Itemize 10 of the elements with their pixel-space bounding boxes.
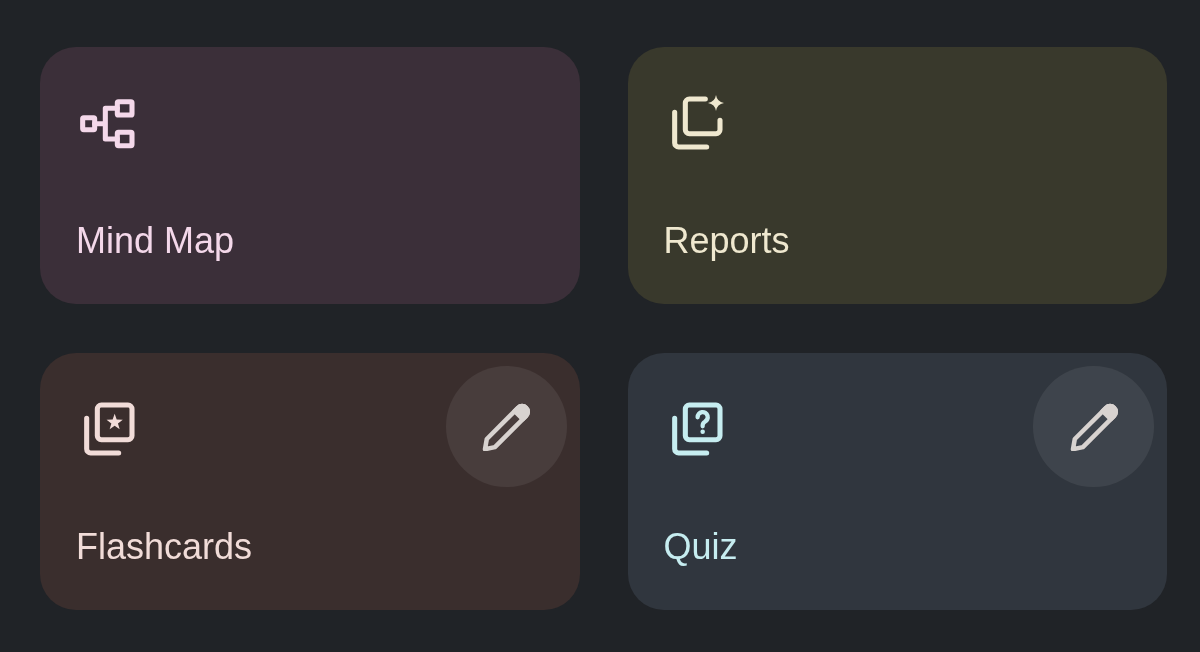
pencil-icon <box>482 402 530 451</box>
card-label: Mind Map <box>76 223 235 259</box>
tool-card[interactable]: Mind Map <box>40 47 580 304</box>
pencil-icon <box>1069 402 1118 451</box>
card-label: Flashcards <box>76 529 253 565</box>
card-label: Quiz <box>663 529 738 565</box>
card-label: Reports <box>663 223 790 259</box>
tool-card[interactable]: Quiz <box>627 353 1167 610</box>
tool-card[interactable]: Flashcards <box>40 353 580 610</box>
tool-card[interactable]: Reports <box>627 47 1167 304</box>
